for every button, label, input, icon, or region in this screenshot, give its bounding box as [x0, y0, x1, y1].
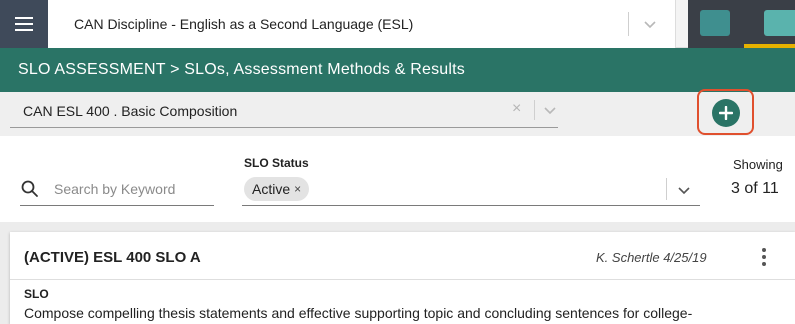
slo-section-label: SLO [24, 287, 49, 301]
status-chip-label: Active [252, 181, 291, 197]
discipline-select[interactable]: CAN Discipline - English as a Second Lan… [48, 0, 676, 48]
showing-count: 3 of 11 [731, 180, 779, 197]
app-tile-button[interactable] [700, 10, 730, 36]
select-divider [628, 12, 629, 36]
kebab-menu-icon[interactable] [758, 246, 770, 268]
slo-card-title: (ACTIVE) ESL 400 SLO A [24, 249, 201, 266]
slo-status-label: SLO Status [244, 156, 309, 170]
status-chip-active[interactable]: Active × [244, 177, 310, 201]
search-field[interactable] [20, 176, 214, 206]
slo-card-header: (ACTIVE) ESL 400 SLO A K. Schertle 4/25/… [10, 232, 795, 280]
slo-description: Compose compelling thesis statements and… [24, 305, 693, 321]
showing-label: Showing [733, 157, 783, 172]
chevron-down-icon[interactable] [640, 14, 660, 34]
clear-icon[interactable]: × [512, 100, 521, 118]
course-selector-row: CAN ESL 400 . Basic Composition × [0, 92, 795, 136]
course-select[interactable]: CAN ESL 400 . Basic Composition × [10, 92, 558, 128]
slo-card: (ACTIVE) ESL 400 SLO A K. Schertle 4/25/… [10, 232, 795, 324]
app-tile-button-active[interactable] [764, 10, 795, 36]
top-bar: CAN Discipline - English as a Second Lan… [0, 0, 795, 48]
search-input[interactable] [54, 178, 212, 200]
select-divider [534, 100, 535, 120]
select-divider [666, 178, 667, 200]
chip-remove-icon[interactable]: × [294, 182, 301, 196]
page-header: SLO ASSESSMENT > SLOs, Assessment Method… [0, 48, 795, 92]
chevron-down-icon[interactable] [674, 180, 694, 200]
hamburger-icon [15, 17, 33, 19]
add-slo-button[interactable] [712, 99, 740, 127]
discipline-select-value: CAN Discipline - English as a Second Lan… [74, 16, 414, 32]
plus-circle-icon [719, 106, 733, 120]
slo-status-select[interactable]: Active × [242, 174, 700, 206]
chevron-down-icon[interactable] [540, 100, 560, 120]
search-icon [21, 180, 38, 197]
breadcrumb: SLO ASSESSMENT > SLOs, Assessment Method… [18, 61, 465, 78]
slo-card-author: K. Schertle 4/25/19 [596, 250, 707, 265]
course-select-value: CAN ESL 400 . Basic Composition [23, 103, 238, 119]
hamburger-menu-button[interactable] [0, 0, 48, 48]
